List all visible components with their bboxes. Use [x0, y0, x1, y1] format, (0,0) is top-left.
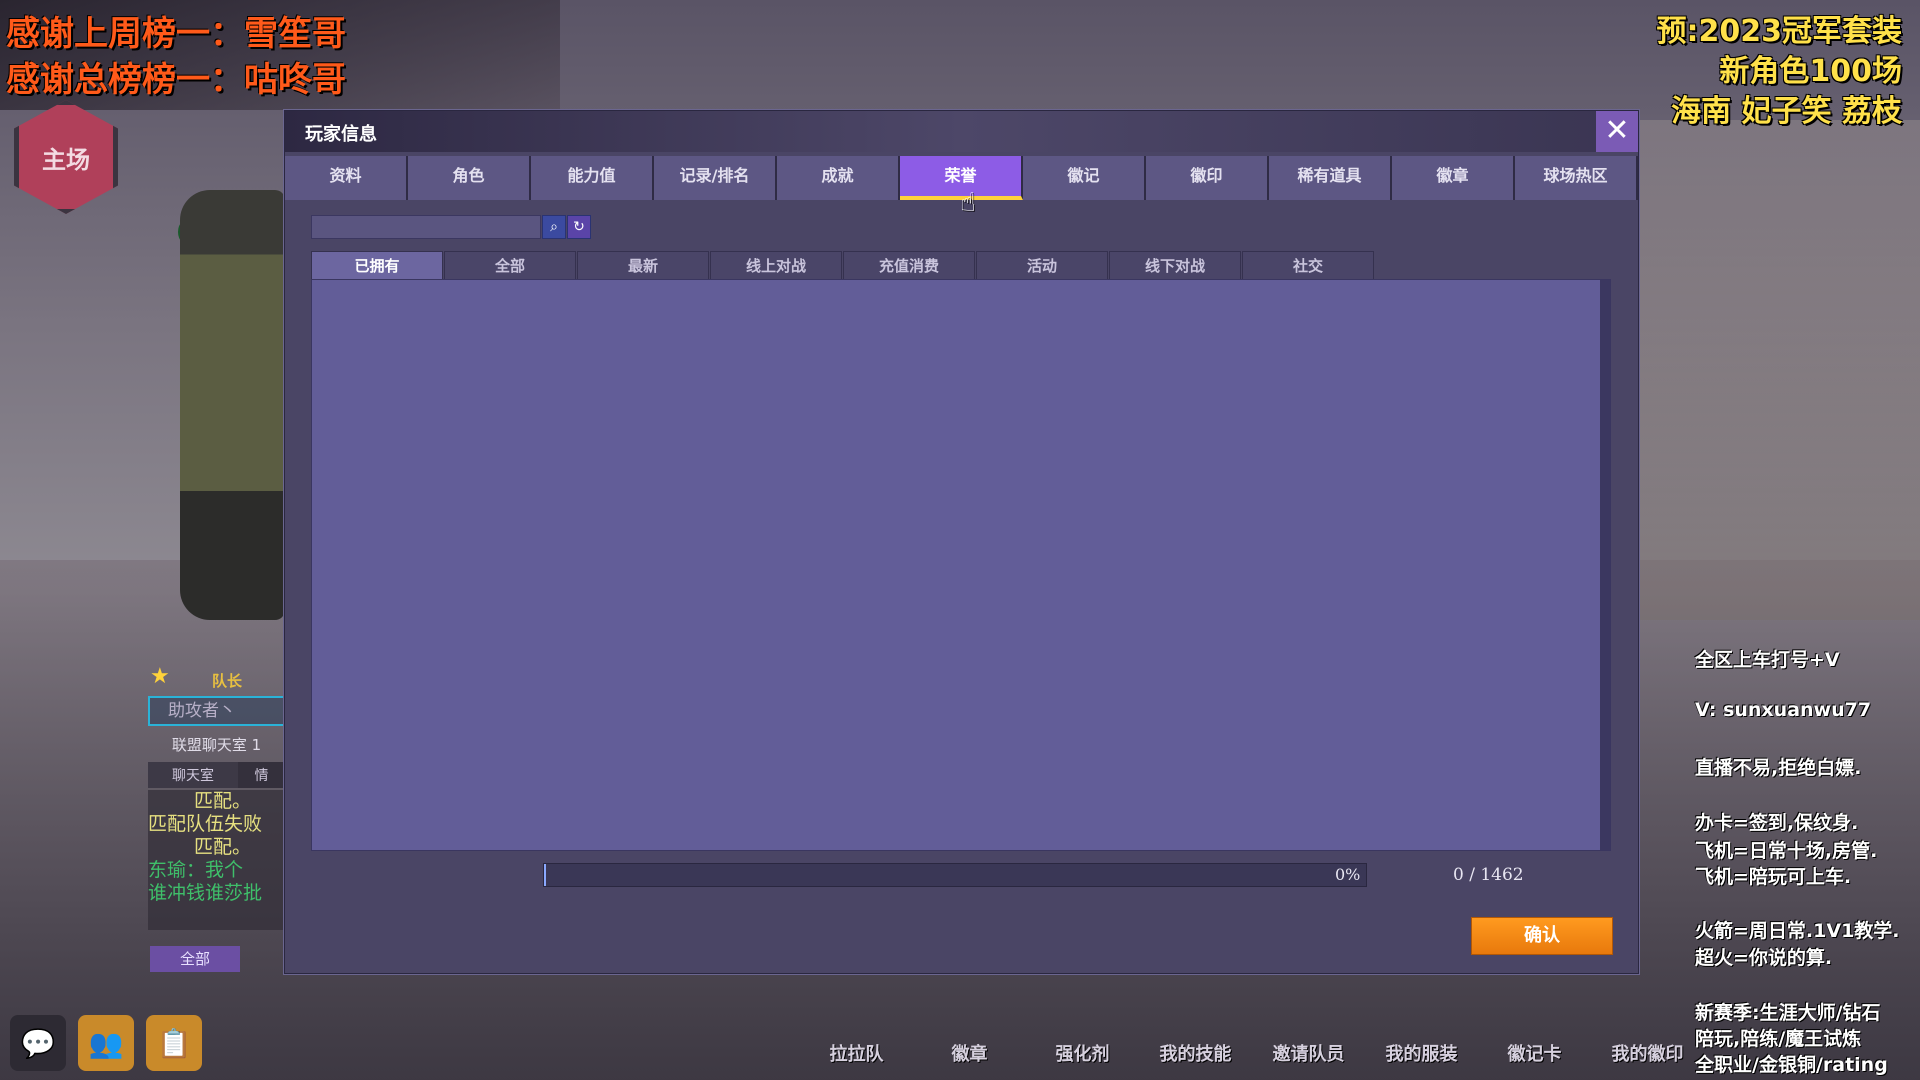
dialog-header: 玩家信息 ✕	[285, 111, 1638, 152]
tab-achievements[interactable]: 成就	[777, 156, 900, 200]
chat-tab-other[interactable]: 情	[238, 762, 285, 788]
subtab-all[interactable]: 全部	[444, 251, 576, 280]
collection-progress: 0% 0 / 1462	[543, 861, 1593, 887]
search-row: ⌕ ↻	[311, 215, 591, 239]
tab-court-heatmap[interactable]: 球场热区	[1515, 156, 1638, 200]
menu-my-outfit[interactable]: 我的服装	[1365, 1040, 1478, 1066]
subtab-recharge[interactable]: 充值消费	[843, 251, 975, 280]
overlay-note: 火箭=周日常.1V1教学.	[1695, 920, 1900, 942]
bottom-icons: 💬 👥 📋	[10, 1015, 202, 1071]
menu-badge[interactable]: 徽章	[913, 1040, 1026, 1066]
close-button[interactable]: ✕	[1596, 111, 1638, 152]
chat-tab-room[interactable]: 聊天室	[148, 762, 238, 788]
honors-list	[311, 279, 1611, 851]
overlay-note: 全区上车打号+V	[1695, 649, 1840, 671]
chat-line: 谁冲钱谁莎批	[148, 882, 263, 904]
chat-filter-all[interactable]: 全部	[150, 946, 240, 972]
leader-label: 队长	[212, 672, 243, 690]
overlay-note: 新赛季:生涯大师/钻石	[1695, 1002, 1881, 1024]
chat-line: 匹配。	[194, 790, 252, 812]
overlay-note: 飞机=日常十场,房管.	[1695, 840, 1878, 862]
overlay-note: 全职业/金银铜/rating	[1695, 1054, 1888, 1076]
star-icon: ★	[150, 664, 170, 689]
subtab-events[interactable]: 活动	[976, 251, 1108, 280]
tab-badges[interactable]: 徽章	[1392, 156, 1515, 200]
chat-line: 匹配。	[194, 836, 252, 858]
subtab-online-battle[interactable]: 线上对战	[710, 251, 842, 280]
progress-count: 0 / 1462	[1453, 865, 1524, 885]
progress-percent: 0%	[1335, 865, 1361, 884]
menu-enhancer[interactable]: 强化剂	[1026, 1040, 1139, 1066]
menu-invite[interactable]: 邀请队员	[1252, 1040, 1365, 1066]
chat-line: 东瑜：我个	[148, 859, 244, 881]
menu-my-seal[interactable]: 我的徽印	[1591, 1040, 1704, 1066]
chat-line: 匹配队伍失败	[148, 813, 263, 835]
search-button[interactable]: ⌕	[542, 215, 566, 239]
home-badge[interactable]: 主场	[14, 100, 118, 214]
overlay-note: 办卡=签到,保纹身.	[1695, 812, 1859, 834]
search-input[interactable]	[311, 215, 541, 239]
tab-stats[interactable]: 能力值	[531, 156, 654, 200]
dialog-title: 玩家信息	[305, 124, 377, 145]
background-building	[1620, 120, 1920, 620]
progress-fill	[544, 864, 547, 886]
menu-my-skills[interactable]: 我的技能	[1139, 1040, 1252, 1066]
tab-characters[interactable]: 角色	[408, 156, 531, 200]
progress-bar	[543, 863, 1367, 887]
overlay-note: 超火=你说的算.	[1695, 947, 1833, 969]
chat-icon[interactable]: 💬	[10, 1015, 66, 1071]
hand-cursor-icon: ☝	[960, 188, 976, 218]
confirm-button[interactable]: 确认	[1471, 917, 1613, 955]
menu-cheerleaders[interactable]: 拉拉队	[800, 1040, 913, 1066]
tab-seals[interactable]: 徽印	[1146, 156, 1269, 200]
subtab-social[interactable]: 社交	[1242, 251, 1374, 280]
search-icon: ⌕	[550, 219, 558, 235]
subtab-offline-battle[interactable]: 线下对战	[1109, 251, 1241, 280]
overlay-preview-set: 预:2023冠军套装	[1656, 14, 1903, 49]
tab-profile[interactable]: 资料	[285, 156, 408, 200]
chat-log: 匹配。 匹配队伍失败 匹配。 东瑜：我个 谁冲钱谁莎批	[148, 790, 285, 930]
bottom-menu: 拉拉队 徽章 强化剂 我的技能 邀请队员 我的服装 徽记卡 我的徽印	[800, 1040, 1704, 1066]
friends-icon[interactable]: 👥	[78, 1015, 134, 1071]
tab-records[interactable]: 记录/排名	[654, 156, 777, 200]
home-badge-label: 主场	[42, 145, 90, 174]
close-icon: ✕	[1604, 113, 1630, 148]
overlay-note: 直播不易,拒绝白嫖.	[1695, 757, 1862, 779]
tab-rare-items[interactable]: 稀有道具	[1269, 156, 1392, 200]
overlay-note: 飞机=陪玩可上车.	[1695, 866, 1852, 888]
honors-scrollbar[interactable]	[1600, 280, 1610, 850]
overlay-note: 陪玩,陪练/魔王试炼	[1695, 1028, 1862, 1050]
tab-emblems[interactable]: 徽记	[1023, 156, 1146, 200]
player-character	[180, 190, 285, 620]
refresh-icon: ↻	[573, 219, 585, 235]
player-info-dialog: 玩家信息 ✕ 资料 角色 能力值 记录/排名 成就 荣誉 徽记 徽印 稀有道具 …	[284, 110, 1639, 974]
subtab-owned[interactable]: 已拥有	[311, 251, 443, 280]
player-name: 助攻者丶	[148, 696, 285, 726]
subtab-latest[interactable]: 最新	[577, 251, 709, 280]
clipboard-icon[interactable]: 📋	[146, 1015, 202, 1071]
overlay-thanks-weekly: 感谢上周榜一：雪笙哥	[6, 14, 346, 54]
honor-filter-tabs: 已拥有 全部 最新 线上对战 充值消费 活动 线下对战 社交	[311, 251, 1375, 280]
overlay-lychee: 海南 妃子笑 荔枝	[1671, 94, 1902, 129]
chat-room-label: 联盟聊天室 1	[171, 736, 262, 754]
refresh-button[interactable]: ↻	[567, 215, 591, 239]
overlay-note: V: sunxuanwu77	[1695, 699, 1872, 721]
menu-emblem-card[interactable]: 徽记卡	[1478, 1040, 1591, 1066]
overlay-thanks-total: 感谢总榜榜一：咕咚哥	[6, 60, 346, 100]
overlay-new-role: 新角色100场	[1719, 54, 1902, 89]
